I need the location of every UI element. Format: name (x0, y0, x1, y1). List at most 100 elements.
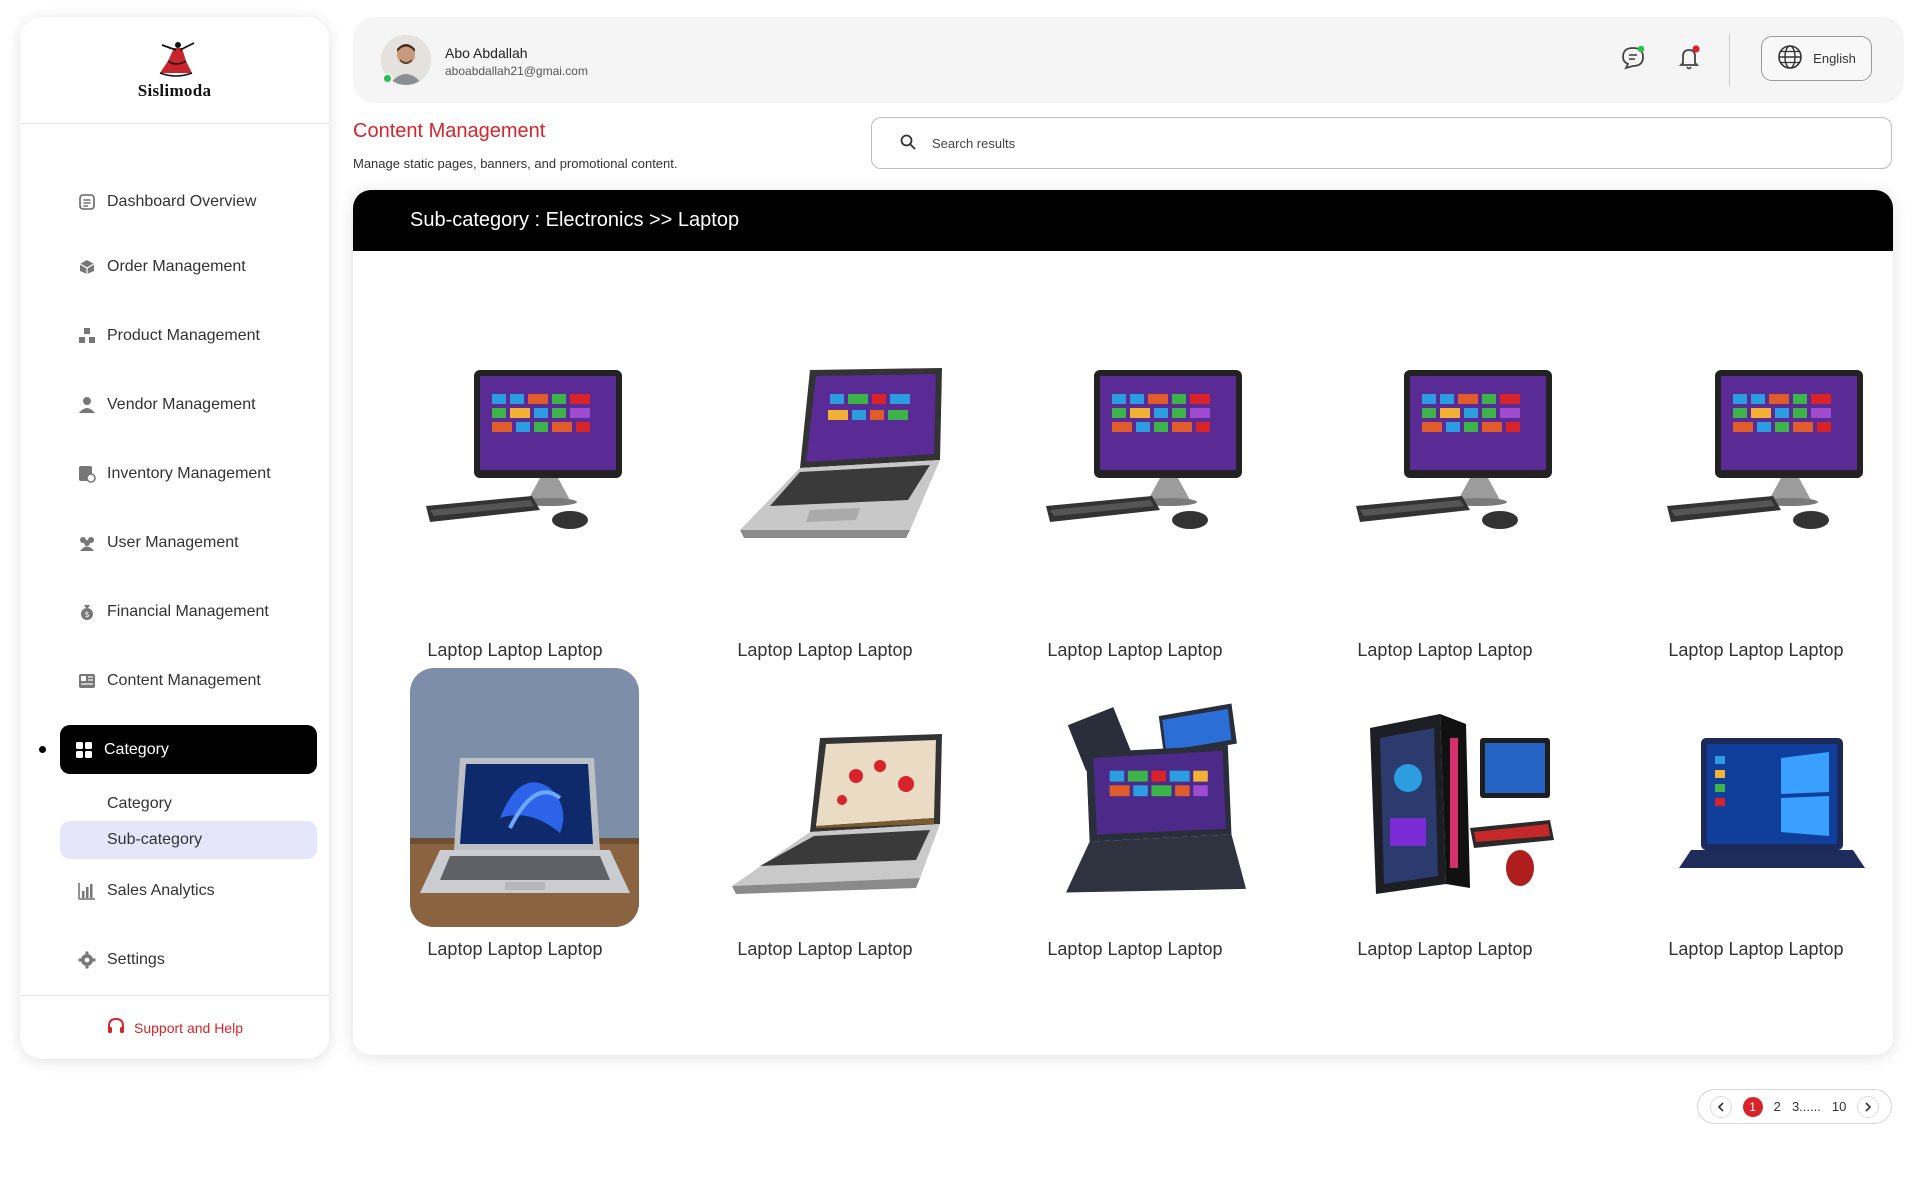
language-label: English (1813, 51, 1856, 66)
laptop-image (740, 368, 942, 538)
page-2-button[interactable]: 2 (1774, 1099, 1781, 1114)
brand-name: Sislimoda (137, 81, 212, 100)
sidebar-subitem-label: Category (107, 795, 172, 812)
page-title: Content Management (353, 120, 546, 142)
subcategory-item-label: Laptop Laptop Laptop (427, 939, 603, 959)
chat-icon (1619, 44, 1647, 77)
support-help-link[interactable]: Support and Help (20, 995, 329, 1059)
top-bar: Abo Abdallah aboabdallah21@gmai.com Engl… (353, 17, 1904, 103)
subcategory-item-label: Laptop Laptop Laptop (1047, 640, 1223, 660)
subcategory-item[interactable]: Laptop Laptop Laptop (385, 668, 645, 998)
messages-button[interactable] (1618, 45, 1648, 75)
bell-icon (1675, 44, 1703, 77)
subcategory-item[interactable]: Laptop Laptop Laptop (1005, 668, 1265, 998)
chart-icon (77, 881, 97, 901)
subcategory-breadcrumb: Sub-category : Electronics >> Laptop (353, 190, 1893, 251)
subcategory-item[interactable]: Laptop Laptop Laptop (385, 340, 645, 660)
sidebar-item-label: Product Management (107, 327, 260, 344)
subcategory-item[interactable]: Laptop Laptop Laptop (1005, 340, 1265, 660)
subcategory-item-label: Laptop Laptop Laptop (1668, 939, 1844, 959)
sidebar-item-label: User Management (107, 534, 239, 551)
subcategory-item[interactable]: Laptop Laptop Laptop (1626, 668, 1886, 998)
next-page-button[interactable] (1857, 1095, 1880, 1118)
sidebar-item-dashboard[interactable]: Dashboard Overview (77, 192, 256, 212)
sidebar-item-products[interactable]: Product Management (77, 326, 260, 346)
gaming-pc-image (1370, 714, 1554, 894)
dervish-logo-icon (159, 42, 194, 77)
page-1-button[interactable]: 1 (1742, 1096, 1763, 1117)
chevron-right-icon (1865, 1101, 1872, 1112)
sidebar: Sislimoda Dashboard Overview Order Manag… (20, 17, 329, 1059)
active-indicator (39, 746, 46, 753)
notifications-button[interactable] (1674, 44, 1704, 77)
dashboard-icon (77, 192, 97, 212)
pagination: 1 2 3...... 10 (1697, 1089, 1892, 1124)
subcategory-item-label: Laptop Laptop Laptop (737, 640, 913, 660)
grid-icon (74, 740, 94, 760)
subcategory-item-label: Laptop Laptop Laptop (427, 640, 603, 660)
laptops-stack-image (1066, 703, 1246, 893)
sidebar-item-category[interactable]: Category (60, 725, 317, 774)
online-status-dot (382, 73, 393, 84)
user-email: aboabdallah21@gmai.com (445, 64, 588, 78)
subcategory-item[interactable]: Laptop Laptop Laptop (1315, 340, 1575, 660)
sidebar-item-settings[interactable]: Settings (77, 950, 165, 970)
subcategory-panel: Sub-category : Electronics >> Laptop Lap… (353, 190, 1893, 1055)
prev-page-button[interactable] (1709, 1095, 1732, 1118)
page-10-button[interactable]: 10 (1832, 1099, 1846, 1114)
money-bag-icon: $ (77, 602, 97, 622)
subcategory-item[interactable]: Laptop Laptop Laptop (1626, 340, 1886, 660)
sidebar-item-label: Vendor Management (107, 396, 256, 413)
all-in-one-pc-image (1356, 370, 1552, 529)
page-ellipsis[interactable]: 3...... (1792, 1099, 1821, 1114)
globe-icon (1777, 44, 1803, 73)
all-in-one-pc-image (1667, 370, 1863, 529)
logo[interactable]: Sislimoda (20, 17, 329, 124)
sidebar-subitem-sub-category[interactable]: Sub-category (60, 821, 317, 859)
search-input[interactable]: Search results (932, 136, 1015, 151)
subcategory-item-label: Laptop Laptop Laptop (737, 939, 913, 959)
boxes-icon (77, 326, 97, 346)
sidebar-item-label: Content Management (107, 672, 261, 689)
sidebar-item-financial[interactable]: $ Financial Management (77, 602, 269, 622)
search-icon (900, 134, 916, 153)
sidebar-item-sales-analytics[interactable]: Sales Analytics (77, 881, 215, 901)
sidebar-item-inventory[interactable]: Inventory Management (77, 464, 271, 484)
header-divider (1729, 34, 1730, 86)
laptop-photo-image (410, 668, 639, 927)
sidebar-item-label: Financial Management (107, 603, 269, 620)
headset-icon (106, 1016, 126, 1039)
user-name: Abo Abdallah (445, 45, 528, 61)
sidebar-item-content[interactable]: Content Management (77, 671, 261, 691)
sidebar-item-label: Order Management (107, 258, 246, 275)
box-icon (77, 257, 97, 277)
subcategory-item[interactable]: Laptop Laptop Laptop (1315, 668, 1575, 998)
sidebar-item-users[interactable]: User Management (77, 533, 239, 553)
sidebar-item-orders[interactable]: Order Management (77, 257, 246, 277)
subcategory-item[interactable]: Laptop Laptop Laptop (695, 668, 955, 998)
sidebar-subitem-label: Sub-category (107, 831, 203, 848)
subcategory-item-label: Laptop Laptop Laptop (1357, 640, 1533, 660)
sidebar-item-vendors[interactable]: Vendor Management (77, 395, 256, 415)
sidebar-item-label: Inventory Management (107, 465, 271, 482)
gear-icon (77, 950, 97, 970)
sidebar-subitem-category[interactable]: Category (60, 785, 317, 823)
sidebar-item-label: Settings (107, 951, 165, 968)
vendor-icon (77, 395, 97, 415)
sidebar-item-label: Category (104, 740, 169, 758)
all-in-one-pc-image (1046, 370, 1242, 529)
subcategory-item-label: Laptop Laptop Laptop (1047, 939, 1223, 959)
support-label: Support and Help (134, 1019, 243, 1036)
sidebar-item-label: Sales Analytics (107, 882, 215, 899)
laptop-image (1679, 738, 1865, 868)
page-subtitle: Manage static pages, banners, and promot… (353, 156, 678, 171)
laptop-image (732, 734, 942, 894)
search-bar[interactable]: Search results (871, 117, 1892, 169)
newspaper-icon (77, 671, 97, 691)
users-icon (77, 533, 97, 553)
sidebar-item-label: Dashboard Overview (107, 193, 257, 210)
svg-text:$: $ (84, 610, 89, 619)
subcategory-item[interactable]: Laptop Laptop Laptop (695, 340, 955, 660)
language-button[interactable]: English (1761, 36, 1872, 81)
inventory-icon (77, 464, 97, 484)
